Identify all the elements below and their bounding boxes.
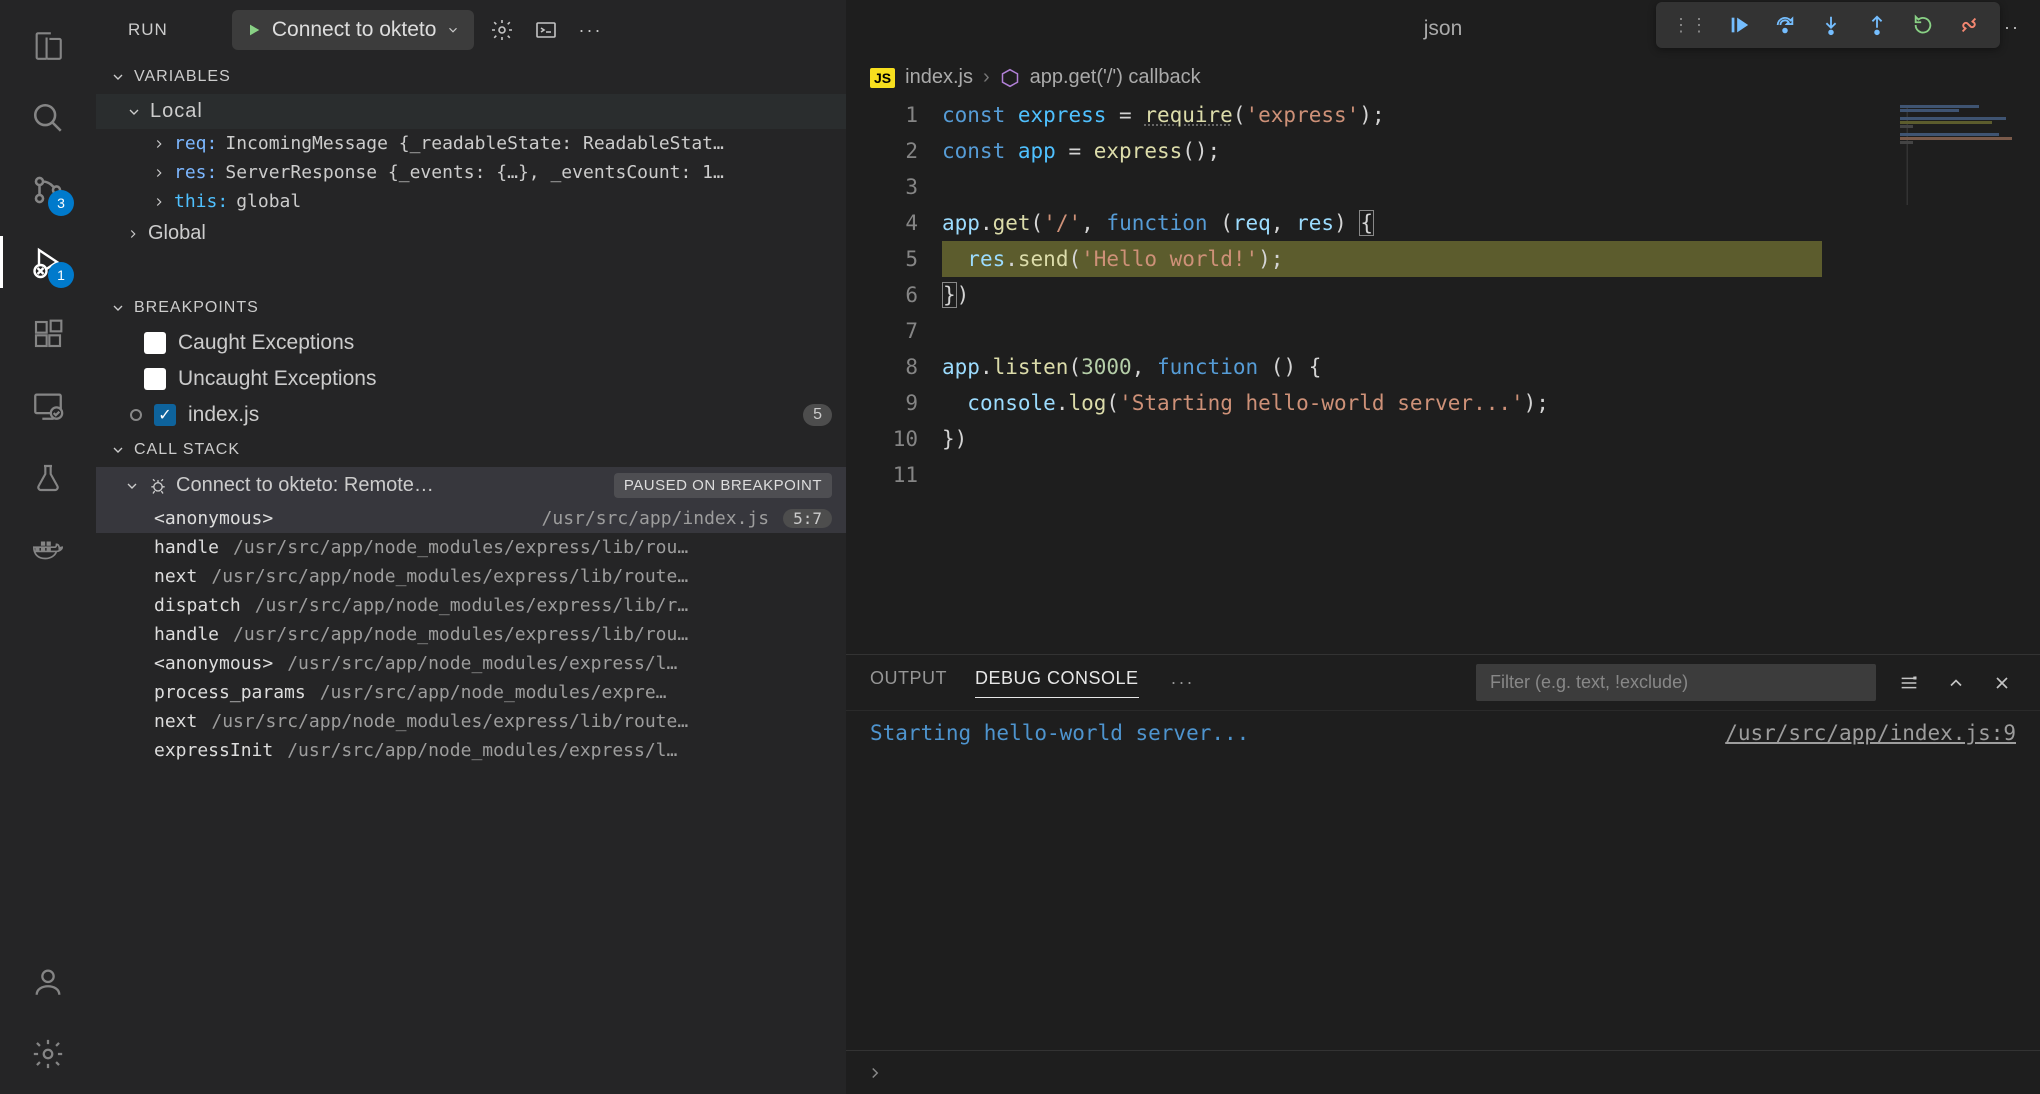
run-badge: 1 [48, 262, 74, 288]
docker-icon[interactable] [16, 518, 80, 582]
minimap[interactable] [1900, 97, 2040, 654]
source-control-icon[interactable]: 3 [16, 158, 80, 222]
tab-output[interactable]: OUTPUT [870, 668, 947, 697]
variable-row[interactable]: req: IncomingMessage {_readableState: Re… [96, 129, 846, 158]
search-icon[interactable] [16, 86, 80, 150]
line-badge: 5 [803, 404, 832, 426]
stack-frame[interactable]: dispatch/usr/src/app/node_modules/expres… [96, 591, 846, 620]
chevron-right-icon [152, 137, 166, 151]
window-filename: json [1424, 17, 1463, 41]
editor-area: json ··· ⋮⋮ JS index.js › app.get('/') c… [846, 0, 2040, 1094]
scm-badge: 3 [48, 190, 74, 216]
run-side-panel: RUN Connect to okteto ··· VARIABLES Loca… [96, 0, 846, 1094]
stack-frame[interactable]: <anonymous>/usr/src/app/node_modules/exp… [96, 649, 846, 678]
checkbox-checked[interactable] [154, 404, 176, 426]
extensions-icon[interactable] [16, 302, 80, 366]
bottom-panel: OUTPUT DEBUG CONSOLE ··· Starting hello-… [846, 654, 2040, 1094]
chevron-down-icon [446, 23, 460, 37]
config-name: Connect to okteto [272, 18, 437, 42]
stack-frame[interactable]: handle/usr/src/app/node_modules/express/… [96, 620, 846, 649]
chevron-down-icon [110, 69, 126, 85]
disconnect-button[interactable] [1948, 8, 1990, 42]
grip-icon[interactable]: ⋮⋮ [1666, 15, 1714, 36]
close-panel-icon[interactable] [1988, 669, 2016, 697]
callstack-thread-row[interactable]: Connect to okteto: Remote… PAUSED ON BRE… [96, 467, 846, 504]
breadcrumbs[interactable]: JS index.js › app.get('/') callback [846, 58, 2040, 97]
play-icon [246, 22, 262, 38]
scope-global[interactable]: Global [96, 216, 846, 251]
more-icon[interactable]: ··· [574, 16, 606, 45]
callstack-section-header[interactable]: CALL STACK [96, 433, 846, 467]
remote-explorer-icon[interactable] [16, 374, 80, 438]
console-source-link[interactable]: /usr/src/app/index.js:9 [1725, 721, 2016, 1040]
console-filter-input[interactable] [1476, 664, 1876, 701]
scope-local[interactable]: Local [96, 94, 846, 129]
clear-console-icon[interactable] [1894, 668, 1924, 698]
checkbox[interactable] [144, 332, 166, 354]
bug-icon [148, 476, 168, 496]
activity-bar: 3 1 [0, 0, 96, 1094]
breadcrumb-symbol[interactable]: app.get('/') callback [1030, 66, 1201, 89]
variable-row[interactable]: this: global [96, 187, 846, 216]
stack-frame[interactable]: handle/usr/src/app/node_modules/express/… [96, 533, 846, 562]
breakpoint-dot-icon [130, 409, 142, 421]
chevron-down-icon [110, 300, 126, 316]
console-message: Starting hello-world server... [870, 721, 1249, 1040]
chevron-right-icon [152, 195, 166, 209]
bp-uncaught-exceptions[interactable]: Uncaught Exceptions [96, 361, 846, 397]
bp-file-row[interactable]: index.js 5 [96, 397, 846, 433]
stack-frame[interactable]: next/usr/src/app/node_modules/express/li… [96, 562, 846, 591]
stack-frame[interactable]: expressInit/usr/src/app/node_modules/exp… [96, 736, 846, 765]
run-header: RUN Connect to okteto ··· [96, 0, 846, 60]
paused-status: PAUSED ON BREAKPOINT [614, 473, 832, 498]
settings-gear-icon[interactable] [16, 1022, 80, 1086]
variables-section-header[interactable]: VARIABLES [96, 60, 846, 94]
debug-toolbar[interactable]: ⋮⋮ [1656, 2, 2000, 48]
console-output: Starting hello-world server... /usr/src/… [846, 711, 2040, 1050]
step-out-button[interactable] [1856, 8, 1898, 42]
method-icon [1000, 68, 1020, 88]
beaker-icon[interactable] [16, 446, 80, 510]
chevron-right-icon [126, 227, 140, 241]
launch-config-select[interactable]: Connect to okteto [232, 10, 475, 50]
stack-frame[interactable]: <anonymous> /usr/src/app/index.js 5:7 [96, 504, 846, 533]
collapse-icon[interactable] [1942, 669, 1970, 697]
gear-icon[interactable] [486, 14, 518, 46]
run-title: RUN [128, 20, 168, 40]
console-input[interactable] [846, 1050, 2040, 1094]
chevron-right-icon [152, 166, 166, 180]
chevron-down-icon [126, 104, 142, 120]
variable-row[interactable]: res: ServerResponse {_events: {…}, _even… [96, 158, 846, 187]
step-over-button[interactable] [1764, 8, 1806, 42]
continue-button[interactable] [1718, 8, 1760, 42]
chevron-down-icon [110, 442, 126, 458]
code-editor[interactable]: const express = require('express'); cons… [942, 97, 1900, 654]
checkbox[interactable] [144, 368, 166, 390]
step-into-button[interactable] [1810, 8, 1852, 42]
more-icon[interactable]: ··· [1167, 668, 1199, 697]
chevron-right-icon: › [983, 66, 990, 89]
stack-frame[interactable]: next/usr/src/app/node_modules/express/li… [96, 707, 846, 736]
explorer-icon[interactable] [16, 14, 80, 78]
line-gutter: 1 2 3 4 5 6 7 8 9 10 11 [846, 97, 942, 654]
debug-console-icon[interactable] [530, 14, 562, 46]
account-icon[interactable] [16, 950, 80, 1014]
bp-caught-exceptions[interactable]: Caught Exceptions [96, 325, 846, 361]
chevron-right-icon [866, 1064, 884, 1082]
breadcrumb-file[interactable]: index.js [905, 66, 973, 89]
stack-frame[interactable]: process_params/usr/src/app/node_modules/… [96, 678, 846, 707]
restart-button[interactable] [1902, 8, 1944, 42]
chevron-down-icon [124, 478, 140, 494]
js-file-icon: JS [870, 68, 895, 88]
breakpoints-section-header[interactable]: BREAKPOINTS [96, 291, 846, 325]
run-debug-icon[interactable]: 1 [16, 230, 80, 294]
tab-debug-console[interactable]: DEBUG CONSOLE [975, 668, 1139, 698]
